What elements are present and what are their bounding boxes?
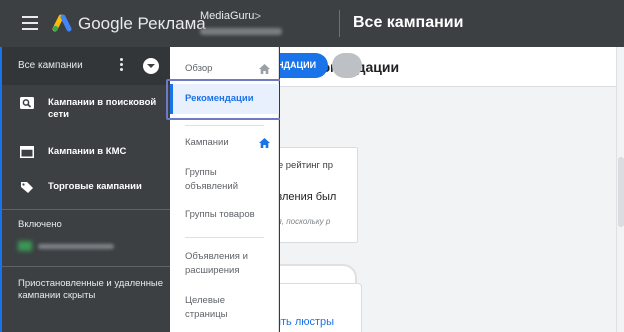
campaign-name-redacted[interactable] xyxy=(38,244,114,249)
page-title: Все кампании xyxy=(353,14,464,31)
more-options-icon[interactable] xyxy=(120,58,124,72)
nav-item-landing-pages[interactable]: Целевые страницы xyxy=(185,294,265,322)
nav-item-product-groups[interactable]: Группы товаров xyxy=(185,208,265,222)
campaign-status-icon xyxy=(18,241,32,251)
next-filter-chip[interactable] xyxy=(332,53,362,78)
divider xyxy=(2,209,170,210)
scrollbar-thumb[interactable] xyxy=(618,157,624,227)
nav-item-overview[interactable]: Обзор xyxy=(185,62,265,76)
enabled-section-label: Включено xyxy=(18,219,62,230)
sidebar-item-label: Кампании в КМС xyxy=(48,146,127,157)
main-scroll-area: ВСЕ РЕКОМЕНДАЦИИ ★ Добавьте рейтинг пр В… xyxy=(280,47,616,332)
account-name: MediaGuru xyxy=(200,10,255,22)
recommendation-reason: Рекомендуется, поскольку р xyxy=(280,217,331,226)
highlight-box xyxy=(166,79,287,120)
nav-item-ad-groups[interactable]: Группы объявлений xyxy=(185,166,265,194)
dropdown-toggle-icon[interactable] xyxy=(143,58,159,74)
search-campaign-icon xyxy=(20,97,34,109)
recommendation-category: Добавьте рейтинг пр xyxy=(280,160,334,171)
chevron-right-icon: > xyxy=(254,9,262,23)
ad-headline-link[interactable]: Купить люстры xyxy=(280,316,334,328)
all-recommendations-button[interactable]: ВСЕ РЕКОМЕНДАЦИИ xyxy=(280,53,328,78)
sidebar-header: Все кампании xyxy=(2,47,170,85)
divider xyxy=(339,10,340,37)
home-icon[interactable] xyxy=(259,138,270,148)
account-switcher[interactable]: MediaGuru > xyxy=(200,9,261,23)
hidden-campaigns-note: Приостановленные и удаленные кампании ск… xyxy=(18,278,164,301)
nav-item-campaigns[interactable]: Кампании xyxy=(185,136,265,150)
vertical-scrollbar[interactable] xyxy=(616,47,624,332)
recommendation-title: Ваши объявления был xyxy=(280,191,337,203)
divider xyxy=(185,125,264,126)
shopping-tag-icon xyxy=(21,182,33,193)
top-bar: Google Реклама MediaGuru > Все кампании xyxy=(0,0,624,47)
all-campaigns-label[interactable]: Все кампании xyxy=(18,60,83,71)
display-campaign-icon xyxy=(20,146,34,158)
home-icon[interactable] xyxy=(259,64,270,74)
sidebar-item-label: Торговые кампании xyxy=(48,181,142,192)
menu-icon[interactable] xyxy=(22,16,38,30)
nav-item-ads-extensions[interactable]: Объявления и расширения xyxy=(185,250,265,278)
brand-name: Google Реклама xyxy=(78,14,206,33)
divider xyxy=(185,237,264,238)
google-ads-logo-icon xyxy=(52,14,72,32)
divider xyxy=(2,266,170,267)
account-id-redacted xyxy=(200,28,282,35)
campaign-sidebar: Все кампании Кампании в поисковой сети К… xyxy=(0,47,170,332)
sidebar-item-label: Кампании в поисковой сети xyxy=(48,97,157,120)
